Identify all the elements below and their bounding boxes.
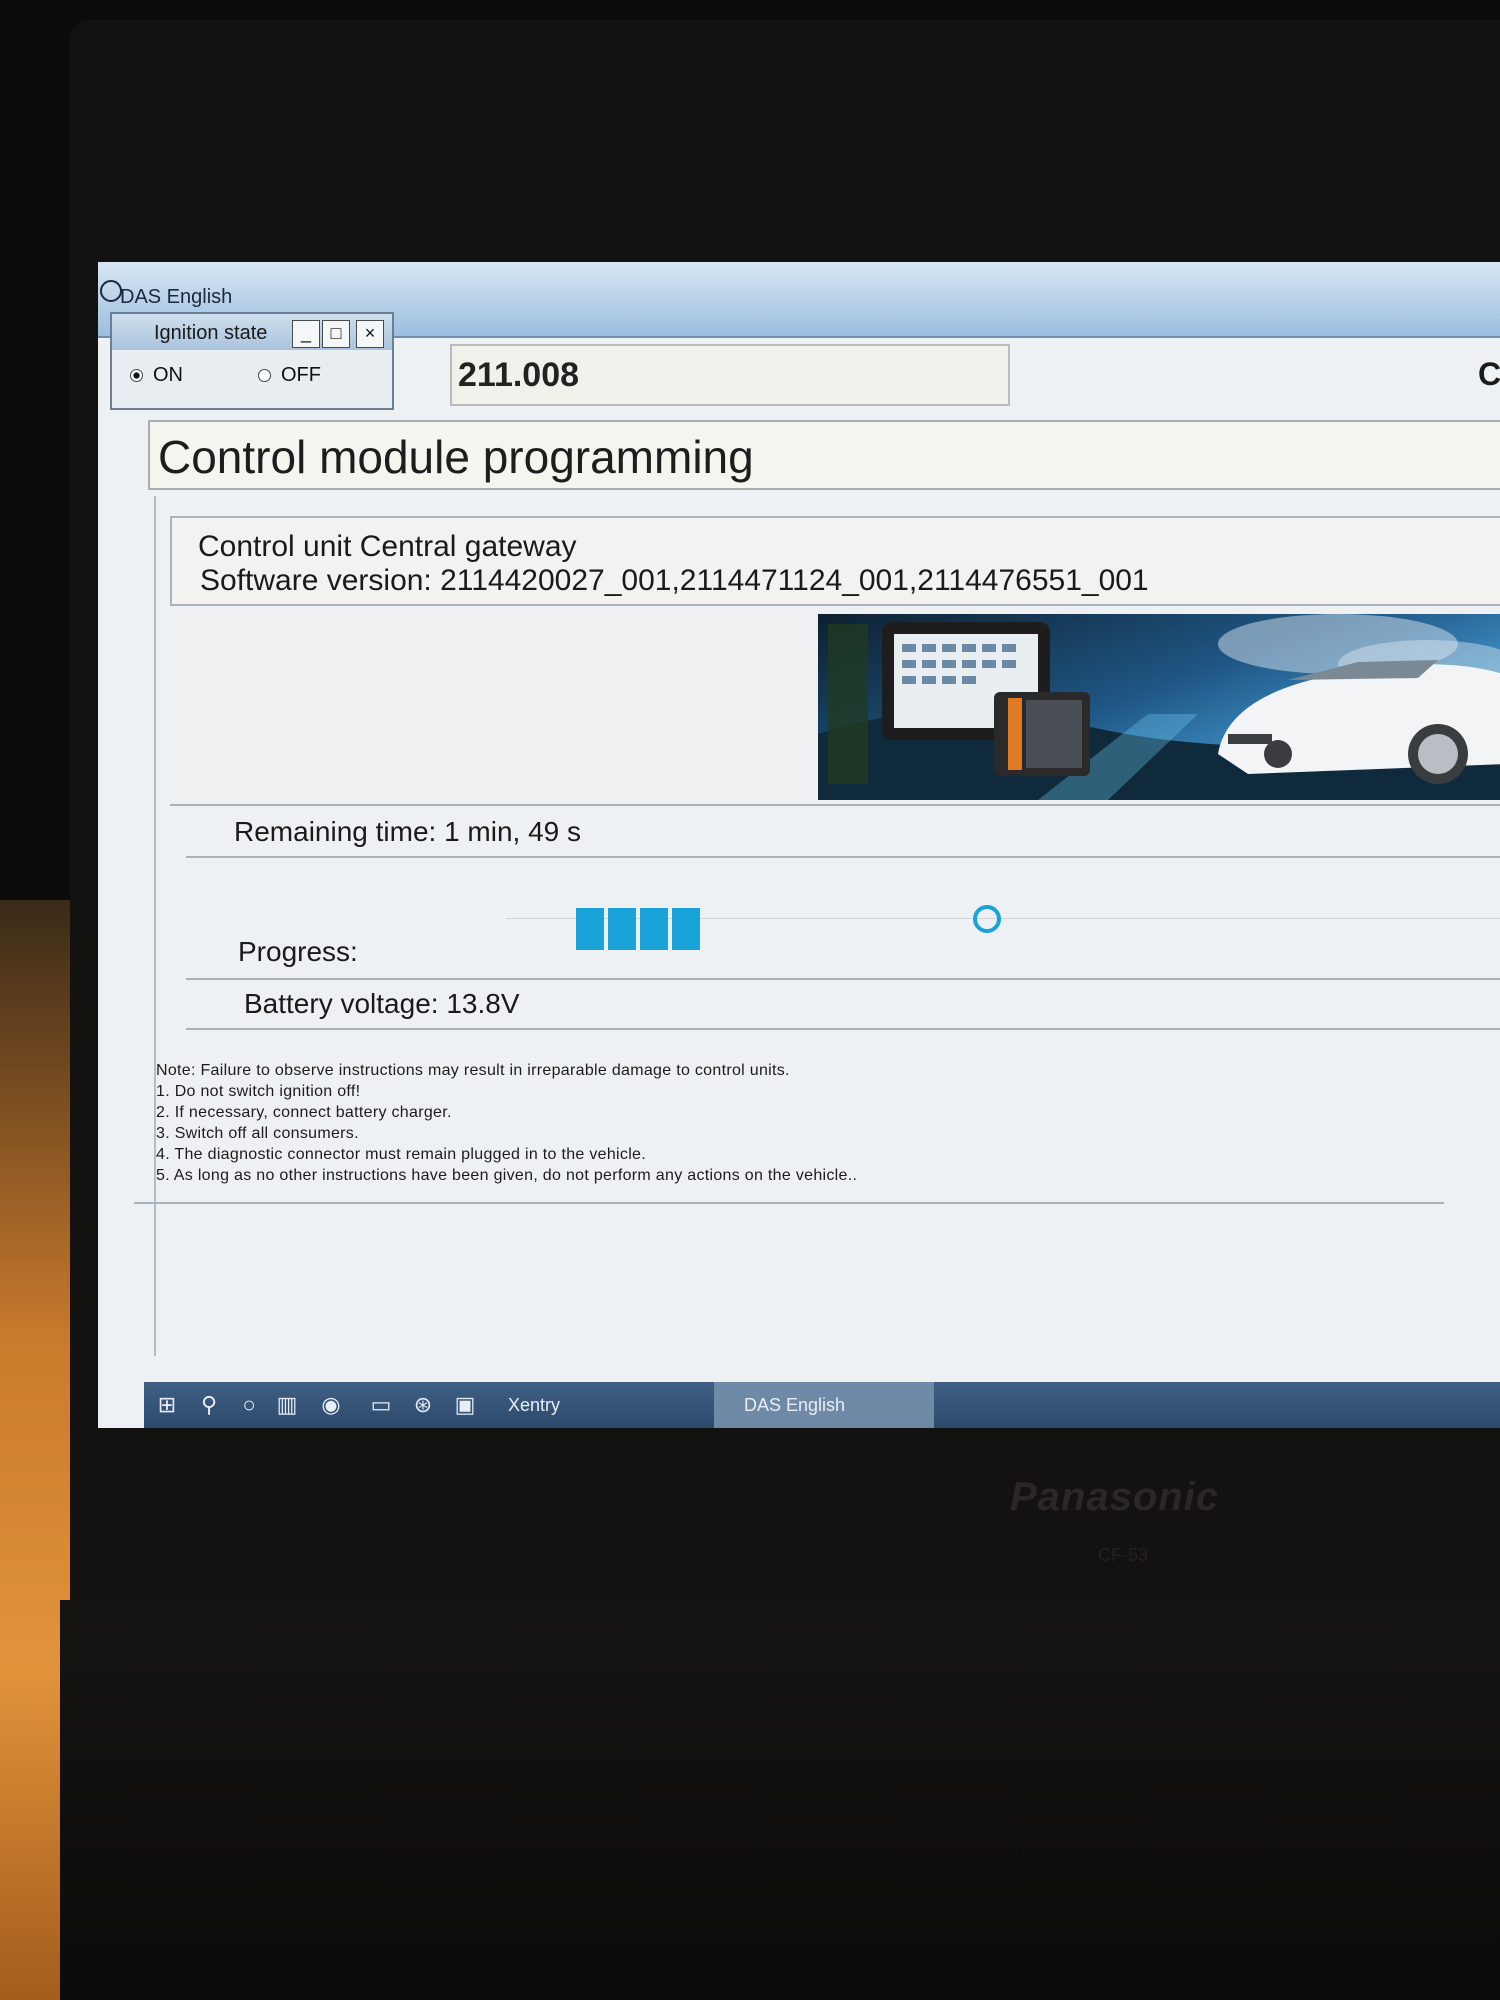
cortana-icon[interactable]: ○ xyxy=(236,1392,262,1418)
banner-illustration xyxy=(818,614,1500,800)
programming-panel: Control unit Central gateway Software ve… xyxy=(154,496,1500,1356)
ignition-on-radio[interactable]: ON xyxy=(130,364,183,387)
windows-start-icon[interactable]: ⊞ xyxy=(154,1392,180,1418)
remaining-time-row: Remaining time: 1 min, 49 s xyxy=(186,804,1500,858)
laptop-keyboard xyxy=(60,1600,1500,2000)
note-line: Note: Failure to observe instructions ma… xyxy=(156,1062,790,1079)
laptop-brand: Panasonic xyxy=(1010,1475,1220,1519)
header-edge-text: C xyxy=(1478,356,1500,392)
progress-segment xyxy=(576,908,604,950)
progress-segment xyxy=(672,908,700,950)
progress-row: Progress: xyxy=(186,858,1500,980)
mercedes-star-icon[interactable]: ⊛ xyxy=(410,1392,436,1418)
laptop-model: CF-53 xyxy=(1098,1545,1149,1565)
window-title: DAS English xyxy=(120,286,233,308)
ignition-titlebar[interactable]: Ignition state _ □ × xyxy=(112,314,392,350)
file-explorer-icon[interactable]: ▭ xyxy=(368,1392,394,1418)
progress-segment xyxy=(608,908,636,950)
minimize-button[interactable]: _ xyxy=(292,320,320,348)
xentry-task-label: Xentry xyxy=(508,1395,561,1415)
radio-selected-icon xyxy=(130,369,143,383)
control-unit-name: Control unit Central gateway xyxy=(198,530,577,563)
radio-unselected-icon xyxy=(258,369,271,383)
task-view-icon[interactable]: ▥ xyxy=(274,1392,300,1418)
search-icon[interactable]: ⚲ xyxy=(196,1392,222,1418)
note-line: 5. As long as no other instructions have… xyxy=(156,1167,858,1184)
remaining-time: Remaining time: 1 min, 49 s xyxy=(234,816,582,847)
note-line: 1. Do not switch ignition off! xyxy=(156,1083,361,1100)
model-code: 211.008 xyxy=(458,356,580,394)
ignition-title: Ignition state xyxy=(154,322,268,344)
page-title-box: Control module programming xyxy=(148,420,1500,490)
instructions-notes: Note: Failure to observe instructions ma… xyxy=(134,1052,1444,1204)
screen: DAS English Ignition state _ □ × ON OFF … xyxy=(98,262,1500,1428)
ignition-off-label: OFF xyxy=(281,364,321,386)
app-window-icon[interactable]: ▣ xyxy=(452,1392,478,1418)
ignition-on-label: ON xyxy=(153,364,183,386)
control-unit-box: Control unit Central gateway Software ve… xyxy=(170,516,1500,606)
ignition-off-radio[interactable]: OFF xyxy=(258,364,321,387)
note-line: 4. The diagnostic connector must remain … xyxy=(156,1146,647,1163)
windows-taskbar: ⊞ ⚲ ○ ▥ ◉ ▭ ⊛ ▣ Xentry DAS English xyxy=(144,1382,1500,1428)
model-code-field: 211.008 xyxy=(450,344,1010,406)
xentry-banner-image xyxy=(818,614,1500,800)
note-line: 2. If necessary, connect battery charger… xyxy=(156,1104,452,1121)
note-line: 3. Switch off all consumers. xyxy=(156,1125,359,1142)
progress-label: Progress: xyxy=(238,936,358,967)
battery-voltage: Battery voltage: 13.8V xyxy=(244,988,520,1019)
battery-row: Battery voltage: 13.8V xyxy=(186,980,1500,1030)
busy-cursor-icon xyxy=(973,905,1001,933)
software-version: Software version: 2114420027_001,2114471… xyxy=(200,564,1149,597)
page-title: Control module programming xyxy=(158,431,754,483)
maximize-button[interactable]: □ xyxy=(322,320,350,348)
chrome-icon[interactable]: ◉ xyxy=(318,1392,344,1418)
banner-area xyxy=(170,608,1500,806)
taskbar-das-english[interactable]: DAS English xyxy=(714,1382,934,1428)
das-task-label: DAS English xyxy=(744,1395,846,1415)
close-button[interactable]: × xyxy=(356,320,384,348)
mercedes-star-icon xyxy=(100,280,122,302)
taskbar-xentry[interactable]: Xentry xyxy=(500,1382,710,1428)
ignition-state-window: Ignition state _ □ × ON OFF xyxy=(110,312,394,410)
progress-segment xyxy=(640,908,668,950)
